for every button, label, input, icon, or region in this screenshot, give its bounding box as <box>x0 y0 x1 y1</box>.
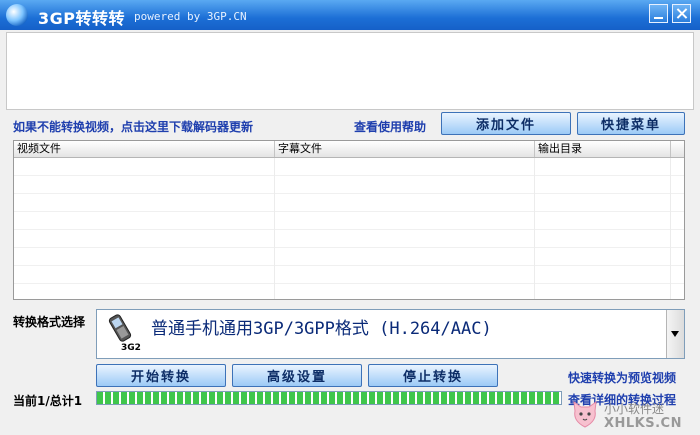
progress-count: 当前1/总计1 <box>13 394 83 408</box>
column-header-extra[interactable] <box>671 141 684 157</box>
fast-preview-link[interactable]: 快速转换为预览视频 <box>568 369 676 386</box>
title-bar: 3GP转转转 powered by 3GP.CN <box>0 0 700 30</box>
format-selected-value: 普通手机通用3GP/3GPP格式 (H.264/AAC) <box>151 319 492 339</box>
format-select[interactable]: 3G2 普通手机通用3GP/3GPP格式 (H.264/AAC) <box>96 309 685 359</box>
column-header-output-dir[interactable]: 输出目录 <box>535 141 671 157</box>
mobile-phone-icon <box>108 314 132 342</box>
file-list-header: 视频文件 字幕文件 输出目录 <box>14 141 684 158</box>
add-file-button[interactable]: 添加文件 <box>441 112 571 135</box>
preview-area <box>6 32 694 110</box>
file-list-body[interactable] <box>14 158 684 299</box>
window-subtitle: powered by 3GP.CN <box>134 10 247 23</box>
close-button[interactable] <box>672 4 691 23</box>
stop-convert-button[interactable]: 停止转换 <box>368 364 498 387</box>
help-link[interactable]: 查看使用帮助 <box>354 118 426 135</box>
progress-fill <box>97 392 561 404</box>
format-badge: 3G2 <box>121 343 141 353</box>
column-header-video[interactable]: 视频文件 <box>14 141 275 157</box>
cat-logo-icon <box>573 400 597 428</box>
watermark-name: 小小软件迷 <box>604 402 665 416</box>
file-list[interactable]: 视频文件 字幕文件 输出目录 <box>13 140 685 300</box>
watermark-domain: XHLKS.CN <box>604 416 682 431</box>
minimize-button[interactable] <box>649 4 668 23</box>
format-label: 转换格式选择 <box>13 315 86 329</box>
window-title: 3GP转转转 <box>38 9 125 28</box>
watermark: 小小软件迷 XHLKS.CN <box>570 396 700 435</box>
progress-bar <box>96 391 562 405</box>
app-logo-icon <box>6 4 28 26</box>
start-convert-button[interactable]: 开始转换 <box>96 364 226 387</box>
chevron-down-icon[interactable] <box>666 310 684 358</box>
advanced-settings-button[interactable]: 高级设置 <box>232 364 362 387</box>
download-decoder-link[interactable]: 如果不能转换视频，点击这里下载解码器更新 <box>13 118 253 135</box>
column-header-subtitle[interactable]: 字幕文件 <box>275 141 535 157</box>
shortcut-menu-button[interactable]: 快捷菜单 <box>577 112 685 135</box>
